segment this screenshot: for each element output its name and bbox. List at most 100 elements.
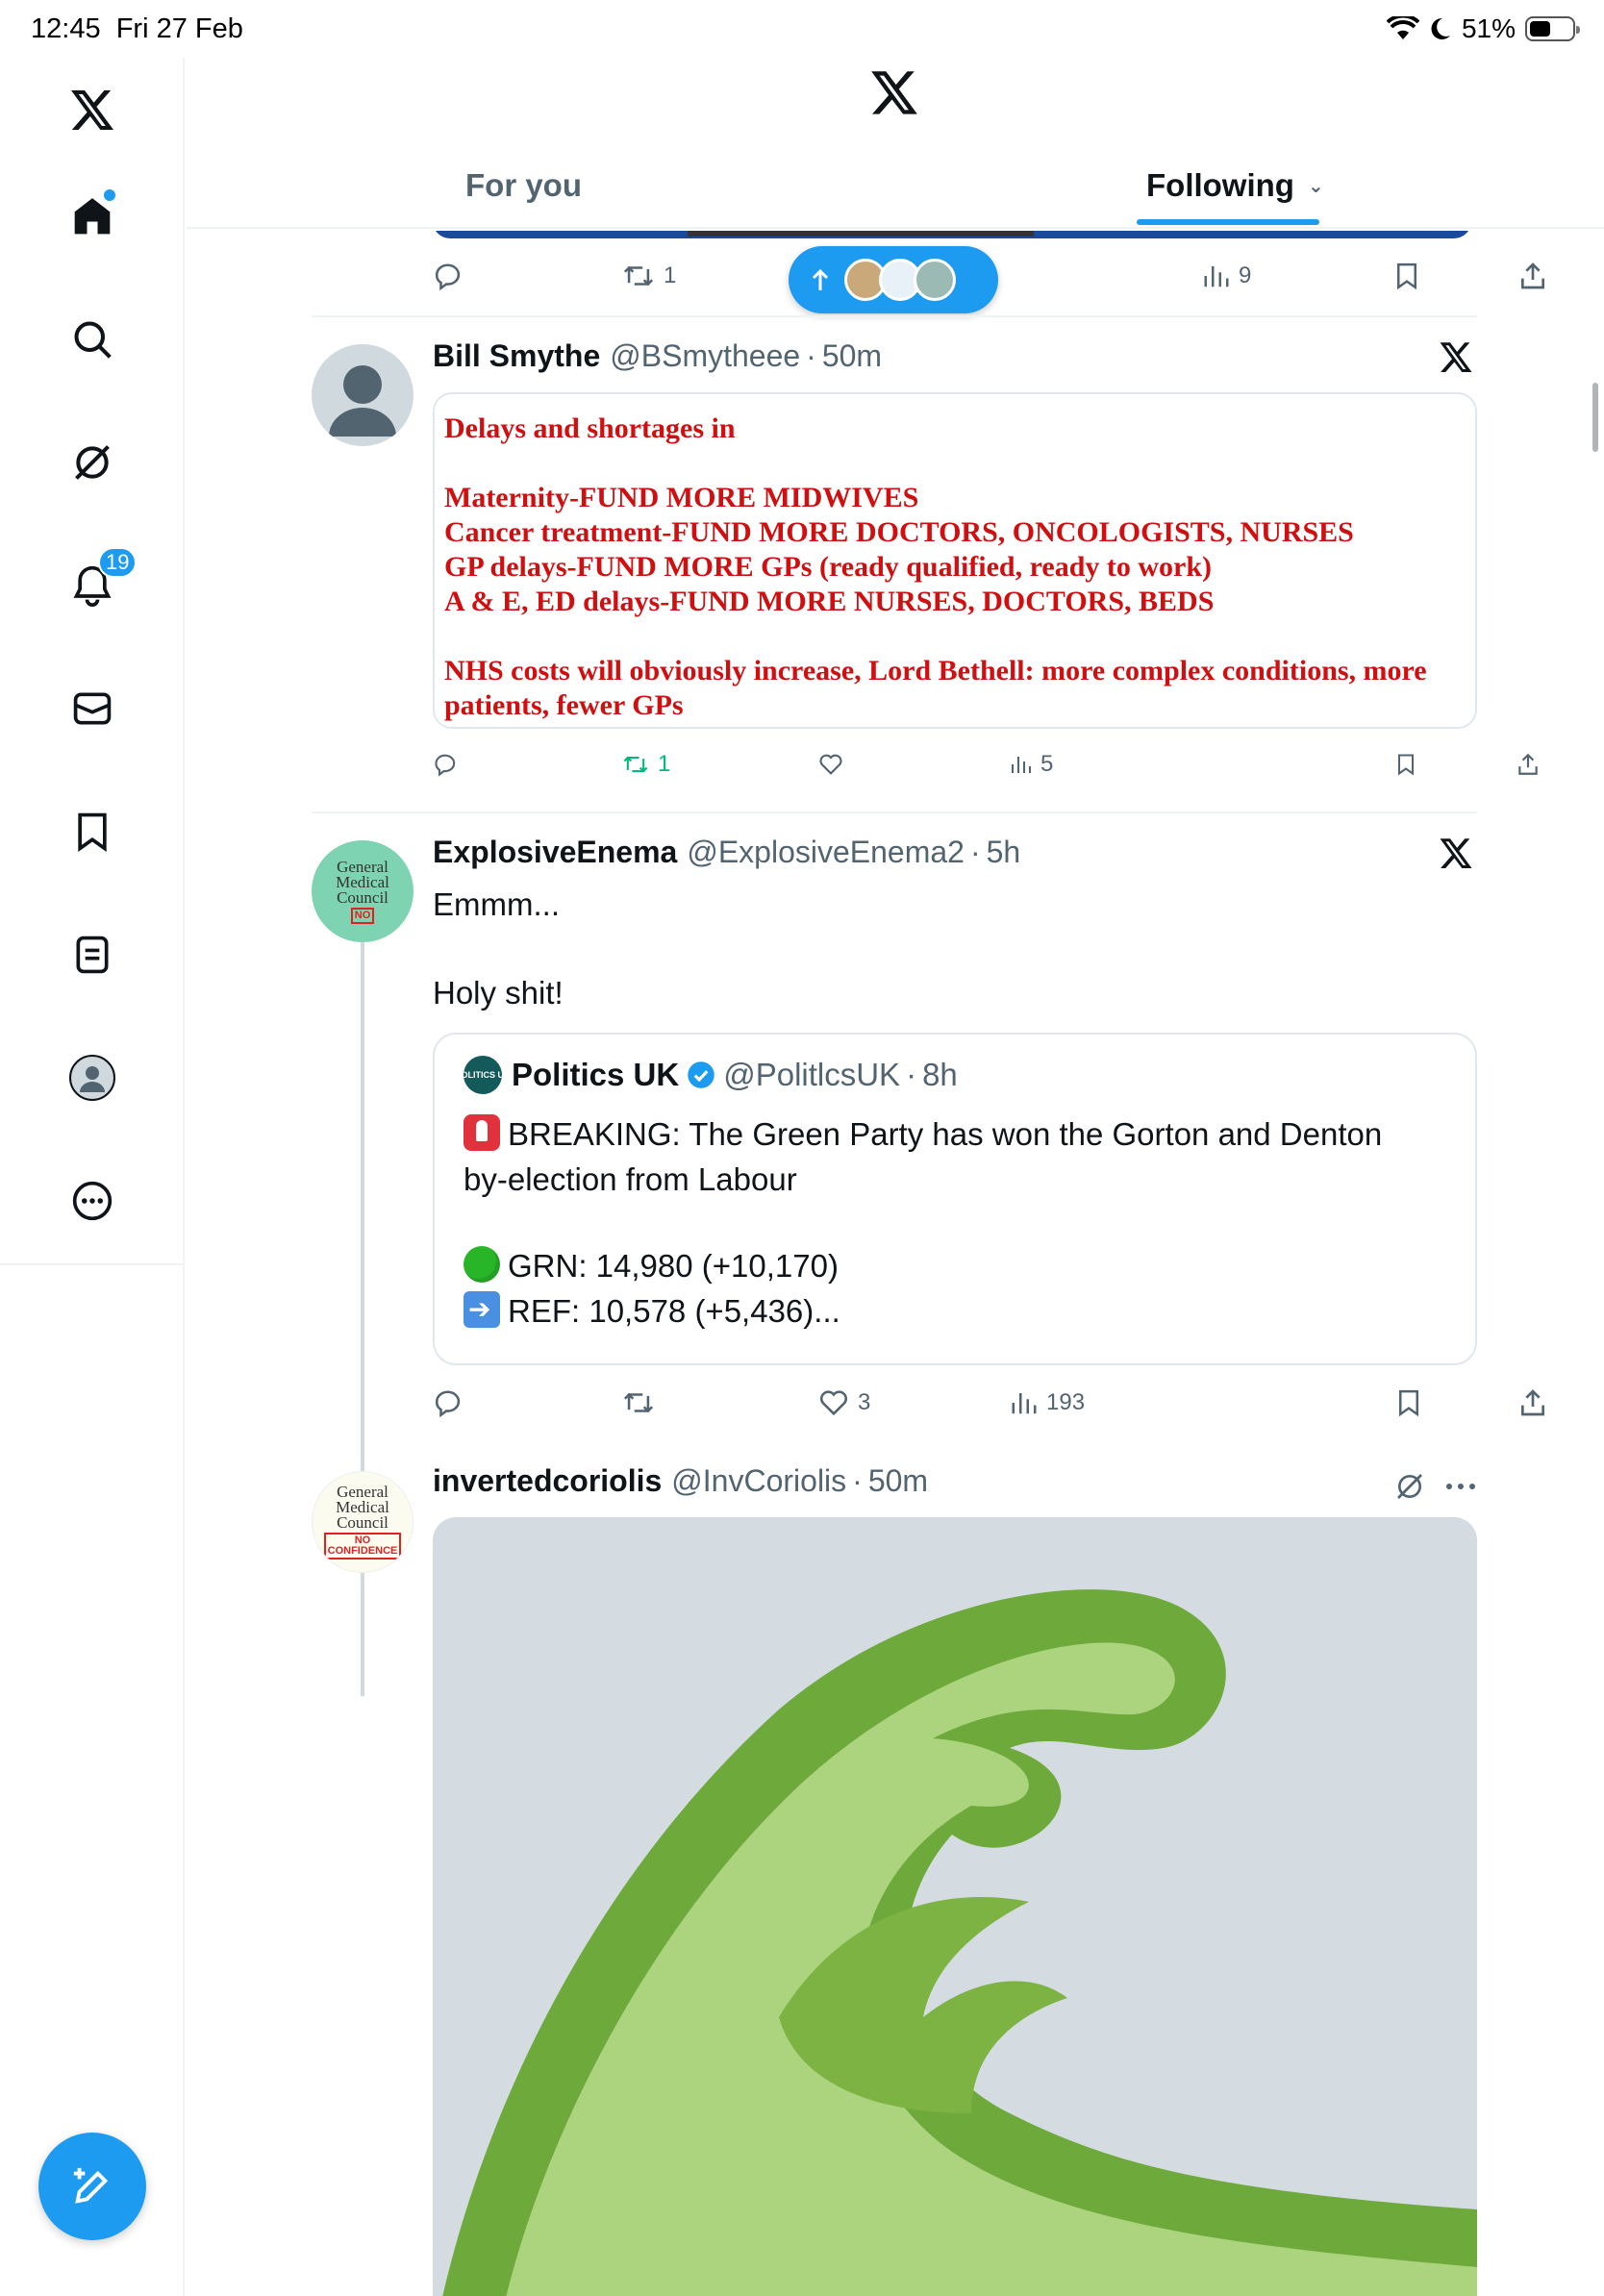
reply-button[interactable]: [433, 1379, 465, 1427]
post-separator: [312, 315, 1477, 317]
author-name[interactable]: Bill Smythe: [433, 338, 600, 374]
quoted-post-time: 8h: [922, 1057, 958, 1092]
tab-active-indicator: [1137, 219, 1319, 225]
post-header: invertedcoriolis @InvCoriolis · 50m: [433, 1463, 929, 1499]
bookmarks-icon[interactable]: [63, 803, 121, 861]
bookmark-icon: [1397, 262, 1416, 290]
status-bar: 12:45 Fri 27 Feb 51%: [0, 0, 1604, 58]
share-button[interactable]: [1517, 252, 1548, 300]
compose-button[interactable]: [38, 2133, 146, 2240]
repost-button[interactable]: 1: [621, 740, 670, 788]
reply-icon: [435, 754, 456, 777]
author-handle[interactable]: @BSmytheee: [610, 338, 800, 374]
reply-icon: [435, 263, 461, 291]
post-actions: 3 193: [433, 1379, 1544, 1427]
share-icon: [1521, 262, 1544, 289]
bookmark-button[interactable]: [1392, 252, 1421, 300]
repost-button[interactable]: [621, 1379, 656, 1427]
reply-icon: [435, 1390, 461, 1418]
bookmark-button[interactable]: [1394, 740, 1417, 788]
author-name[interactable]: invertedcoriolis: [433, 1463, 662, 1499]
compose-icon: [73, 2167, 109, 2204]
home-unread-dot: [104, 189, 115, 201]
status-right: 51%: [1386, 13, 1580, 44]
sidebar-divider: [0, 1263, 185, 1265]
repost-button[interactable]: 1: [621, 252, 676, 300]
post-header: ExplosiveEnema @ExplosiveEnema2 · 5h: [433, 835, 1021, 870]
views-button[interactable]: 5: [1010, 740, 1053, 788]
views-button[interactable]: 193: [1010, 1379, 1085, 1427]
previous-post-image[interactable]: [433, 231, 1471, 238]
quoted-post-text: BREAKING: The Green Party has won the Go…: [464, 1111, 1446, 1334]
avatar[interactable]: [312, 344, 414, 446]
battery-percent: 51%: [1461, 13, 1516, 43]
wifi-icon: [1386, 16, 1419, 41]
views-icon: [1012, 1393, 1037, 1414]
verified-badge-icon: [687, 1061, 715, 1089]
timeline: 1 9 Bill Smythe @BSmytheee · 50m Delays …: [187, 231, 1604, 2296]
post-time[interactable]: 50m: [868, 1463, 928, 1499]
thread-line: [361, 942, 364, 1696]
author-handle[interactable]: @ExplosiveEnema2: [687, 835, 965, 870]
reply-button[interactable]: [433, 252, 465, 300]
more-options-icon[interactable]: [1444, 1471, 1477, 1502]
views-button[interactable]: 9: [1202, 252, 1251, 300]
quoted-author-name: Politics UK: [512, 1057, 680, 1092]
post-actions: 1 5: [433, 740, 1538, 788]
like-button[interactable]: [817, 740, 844, 788]
search-icon[interactable]: [63, 311, 121, 368]
grok-icon[interactable]: [63, 434, 121, 491]
author-name[interactable]: ExplosiveEnema: [433, 835, 677, 870]
tab-for-you[interactable]: For you: [465, 144, 582, 227]
home-icon[interactable]: [63, 187, 121, 245]
post-separator: [312, 811, 1477, 813]
new-posts-pill[interactable]: [789, 246, 998, 313]
like-button[interactable]: 3: [817, 1379, 870, 1427]
notifications-badge: 19: [98, 547, 138, 578]
chevron-down-icon: ⌄: [1307, 175, 1324, 197]
grok-icon[interactable]: [1394, 1471, 1425, 1502]
bookmark-icon: [1398, 754, 1414, 776]
reply-button[interactable]: [433, 740, 460, 788]
post-time[interactable]: 5h: [987, 835, 1021, 870]
right-arrow-icon: [464, 1291, 500, 1328]
avatar[interactable]: General Medical Council NO CONFIDENCE: [312, 1471, 414, 1573]
author-handle[interactable]: @InvCoriolis: [671, 1463, 846, 1499]
x-logo-icon: [1439, 340, 1473, 375]
repost-icon: [623, 265, 654, 287]
bookmark-button[interactable]: [1394, 1379, 1423, 1427]
avatar[interactable]: General Medical Council NO: [312, 840, 414, 942]
share-button[interactable]: [1517, 1379, 1548, 1427]
post-text: Emmm...: [433, 886, 560, 922]
lists-icon[interactable]: [63, 926, 121, 984]
quoted-post[interactable]: POLITICS UK Politics UK @PolitlcsUK · 8h…: [433, 1033, 1477, 1365]
quoted-avatar: POLITICS UK: [456, 1056, 511, 1094]
bookmark-icon: [1399, 1389, 1418, 1417]
moon-icon: [1429, 16, 1452, 41]
x-logo-icon: [1439, 836, 1473, 871]
post-time[interactable]: 50m: [822, 338, 882, 374]
post-header: Bill Smythe @BSmytheee · 50m: [433, 338, 883, 374]
post-image-green-wave[interactable]: [433, 1517, 1477, 2296]
views-icon: [1204, 266, 1229, 287]
notifications-icon[interactable]: 19: [63, 547, 138, 614]
x-logo-icon[interactable]: [63, 82, 121, 139]
status-time: 12:45 Fri 27 Feb: [31, 13, 243, 44]
share-button[interactable]: [1516, 740, 1541, 788]
post-image-document[interactable]: Delays and shortages in Maternity-FUND M…: [433, 392, 1477, 729]
siren-icon: [464, 1114, 500, 1151]
repost-icon: [623, 1392, 654, 1413]
profile-icon[interactable]: [63, 1049, 121, 1107]
messages-icon[interactable]: [63, 680, 121, 737]
quoted-author-handle: @PolitlcsUK: [723, 1057, 901, 1092]
share-icon: [1518, 753, 1538, 775]
heart-icon: [819, 754, 842, 775]
battery-icon: [1525, 16, 1580, 41]
feed-tabs: For you Following ⌄: [187, 144, 1604, 229]
more-icon[interactable]: [63, 1172, 121, 1230]
views-icon: [1012, 757, 1031, 773]
sidebar: 19: [0, 58, 185, 2296]
no-confidence-stamp: NO: [350, 907, 375, 924]
post-text: Holy shit!: [433, 975, 564, 1011]
tab-following[interactable]: Following ⌄: [1146, 144, 1324, 227]
